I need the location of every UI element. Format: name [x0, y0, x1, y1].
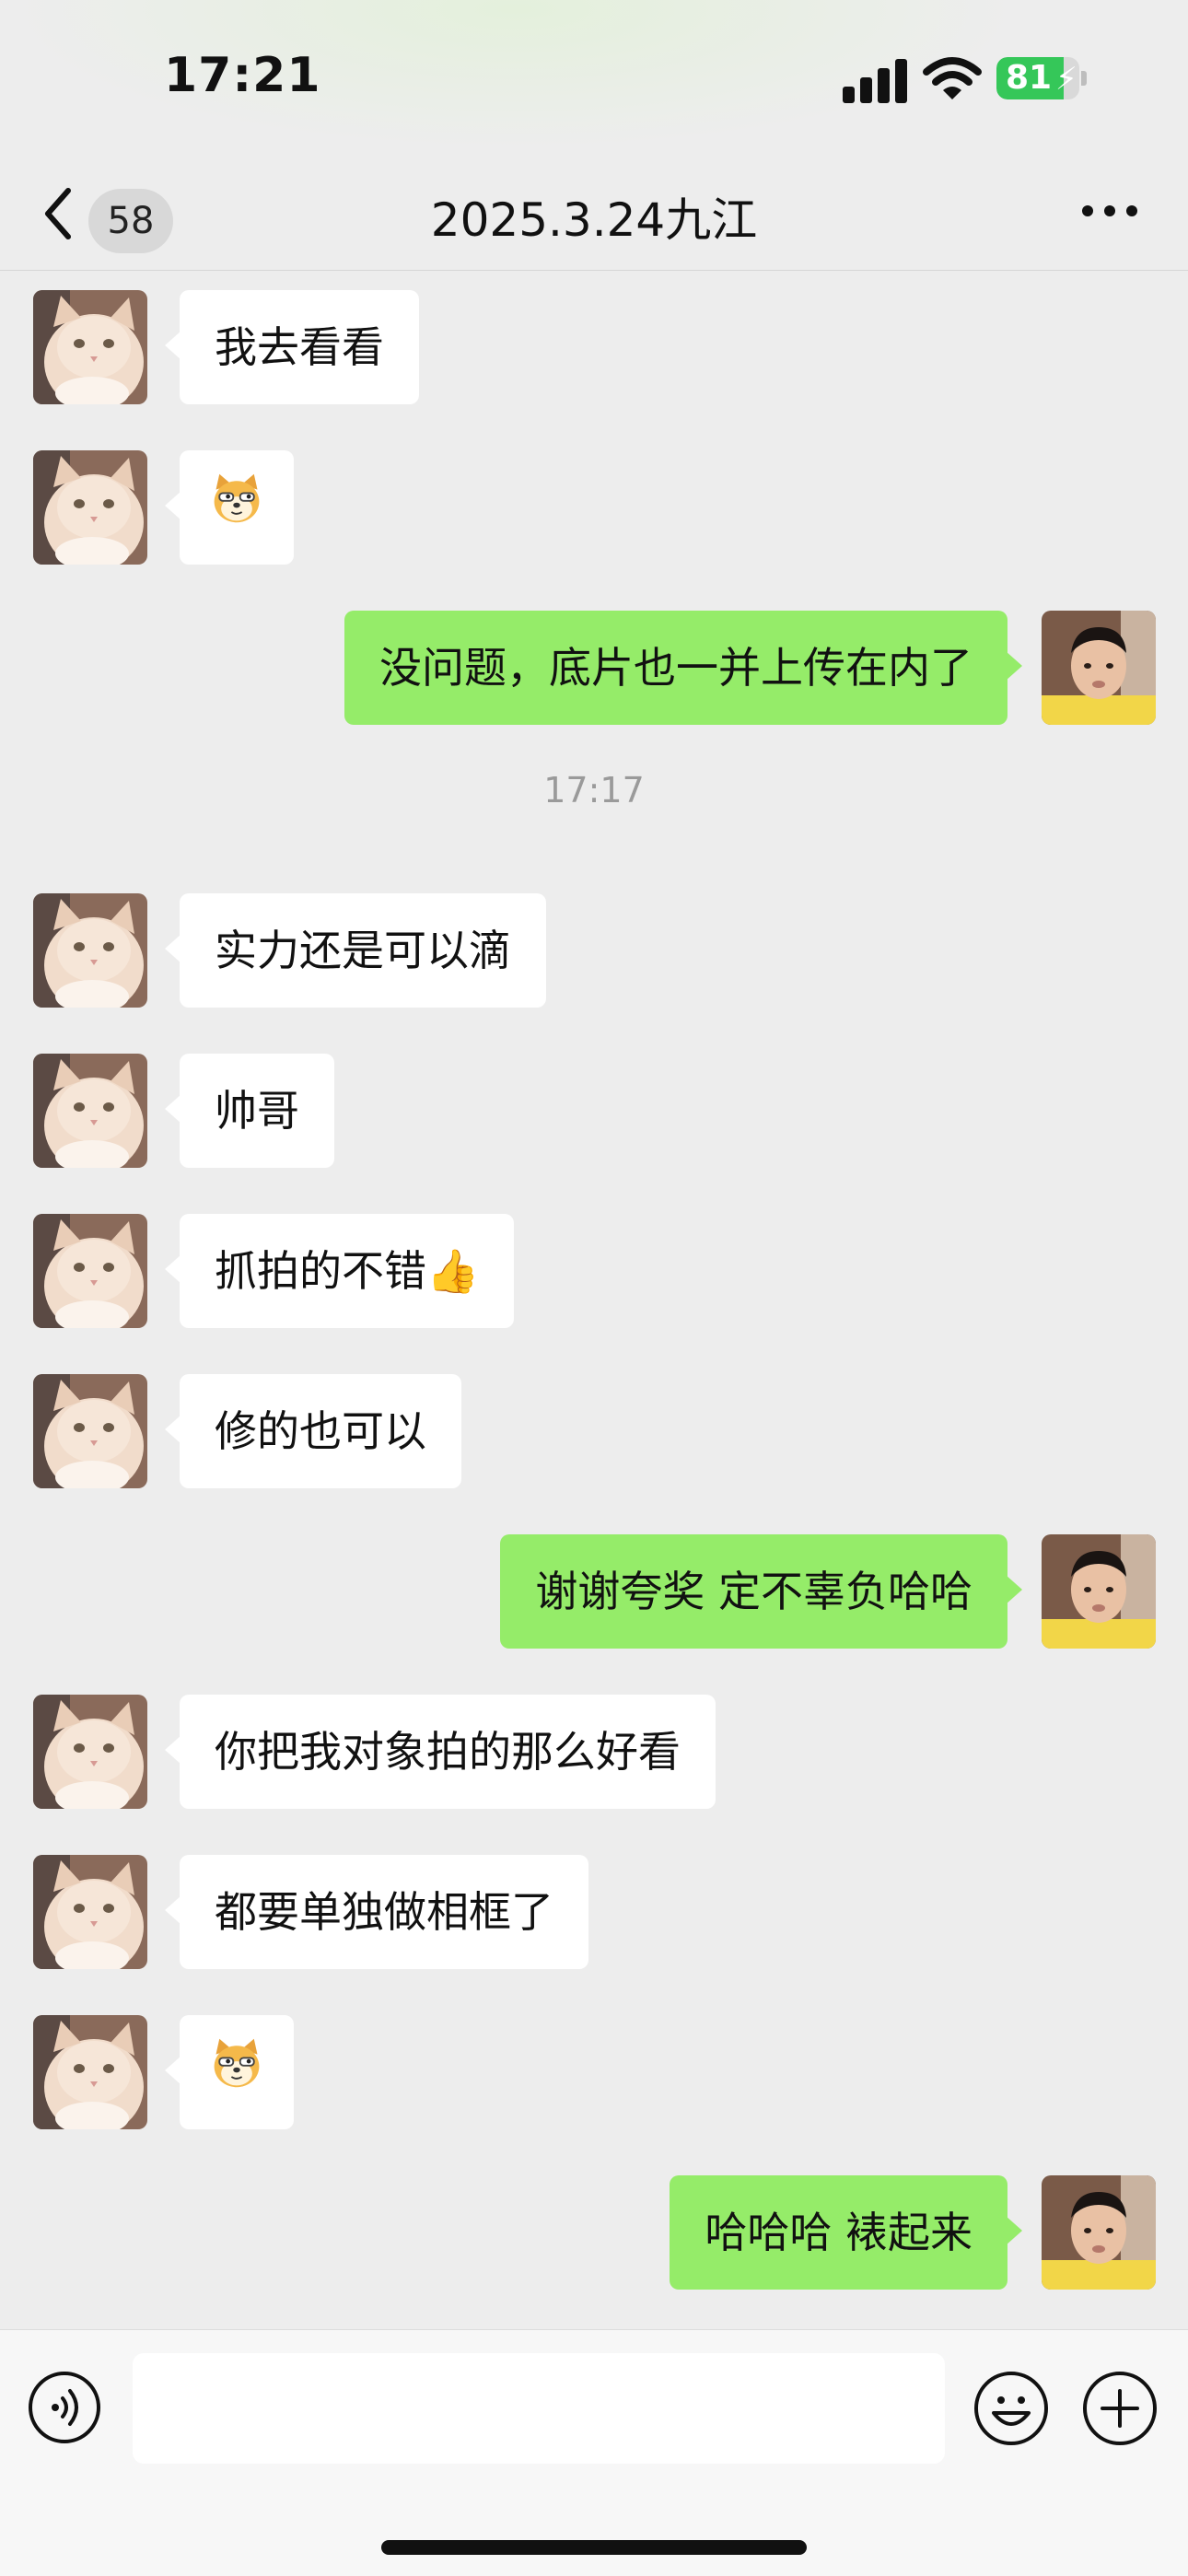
- status-time: 17:21: [164, 48, 321, 103]
- incoming-message: 帅哥: [0, 1054, 1188, 1168]
- message-text: 没问题，底片也一并上传在内了: [379, 643, 973, 693]
- incoming-message: [0, 2015, 1188, 2129]
- message-text: 谢谢夸奖 定不辜负哈哈: [535, 1567, 973, 1616]
- message-bubble[interactable]: [165, 2015, 294, 2129]
- plus-icon[interactable]: [1082, 2371, 1158, 2446]
- message-bubble[interactable]: 修的也可以: [165, 1374, 461, 1488]
- page-title: 2025.3.24九江: [430, 193, 758, 247]
- battery-percent: 81: [1006, 59, 1053, 97]
- more-dots-icon[interactable]: [1082, 205, 1137, 227]
- contact-avatar[interactable]: [33, 2015, 147, 2129]
- message-list[interactable]: 我去看看 没问题，底片也一并上传在内了 17:17 实力还是可以滴 帅哥 抓拍的…: [0, 270, 1188, 2329]
- doge-emoji-icon: [209, 2019, 264, 2133]
- outgoing-message: 没问题，底片也一并上传在内了: [0, 611, 1188, 725]
- message-text: 实力还是可以滴: [215, 926, 511, 975]
- message-bubble[interactable]: [165, 450, 294, 568]
- contact-avatar[interactable]: [33, 1054, 147, 1168]
- incoming-message: 抓拍的不错👍: [0, 1214, 1188, 1328]
- contact-avatar[interactable]: [33, 1695, 147, 1809]
- message-bubble[interactable]: 抓拍的不错👍: [164, 1214, 515, 1328]
- message-text: 帅哥: [215, 1086, 299, 1136]
- voice-icon[interactable]: [28, 2371, 101, 2444]
- message-text: 抓拍的不错👍: [215, 1246, 480, 1296]
- signal-icon: [843, 57, 907, 103]
- incoming-message: 都要单独做相框了: [0, 1855, 1188, 1969]
- message-input[interactable]: [133, 2353, 945, 2464]
- battery-charging-icon: 81 ⚡: [996, 57, 1079, 99]
- doge-emoji-icon: [209, 454, 264, 568]
- incoming-message: 你把我对象拍的那么好看: [0, 1695, 1188, 1809]
- chat-header: 58 2025.3.24九江: [0, 161, 1188, 271]
- message-bubble[interactable]: 我去看看: [165, 290, 419, 404]
- message-bubble[interactable]: 帅哥: [165, 1054, 334, 1168]
- contact-avatar[interactable]: [33, 1214, 147, 1328]
- incoming-message: [0, 450, 1188, 565]
- outgoing-message: 哈哈哈 裱起来: [0, 2175, 1188, 2290]
- incoming-message: 修的也可以: [0, 1374, 1188, 1488]
- contact-avatar[interactable]: [33, 893, 147, 1008]
- message-bubble[interactable]: 你把我对象拍的那么好看: [165, 1695, 716, 1809]
- contact-avatar[interactable]: [33, 1374, 147, 1488]
- my-avatar[interactable]: [1042, 611, 1156, 725]
- message-text: 你把我对象拍的那么好看: [215, 1727, 681, 1777]
- contact-avatar[interactable]: [33, 1855, 147, 1969]
- battery-cap: [1081, 71, 1087, 86]
- message-text: 哈哈哈 裱起来: [705, 2208, 973, 2257]
- input-bar: [0, 2329, 1188, 2576]
- message-text: 修的也可以: [215, 1406, 426, 1456]
- home-indicator: [381, 2540, 807, 2555]
- incoming-message: 我去看看: [0, 290, 1188, 404]
- outgoing-message: 谢谢夸奖 定不辜负哈哈: [0, 1534, 1188, 1649]
- message-text: 都要单独做相框了: [215, 1887, 553, 1937]
- message-bubble[interactable]: 实力还是可以滴: [165, 893, 546, 1008]
- message-bubble[interactable]: 都要单独做相框了: [165, 1855, 588, 1969]
- message-bubble[interactable]: 没问题，底片也一并上传在内了: [344, 611, 1022, 725]
- contact-avatar[interactable]: [33, 290, 147, 404]
- wifi-icon: [923, 57, 982, 99]
- contact-avatar[interactable]: [33, 450, 147, 565]
- status-bar: 17:21 81 ⚡: [0, 0, 1188, 161]
- message-text: 我去看看: [215, 322, 384, 372]
- message-bubble[interactable]: 哈哈哈 裱起来: [670, 2175, 1022, 2290]
- emoji-face-icon[interactable]: [973, 2371, 1049, 2446]
- message-bubble[interactable]: 谢谢夸奖 定不辜负哈哈: [500, 1534, 1022, 1649]
- my-avatar[interactable]: [1042, 2175, 1156, 2290]
- timestamp: 17:17: [543, 770, 645, 810]
- incoming-message: 实力还是可以滴: [0, 893, 1188, 1008]
- my-avatar[interactable]: [1042, 1534, 1156, 1649]
